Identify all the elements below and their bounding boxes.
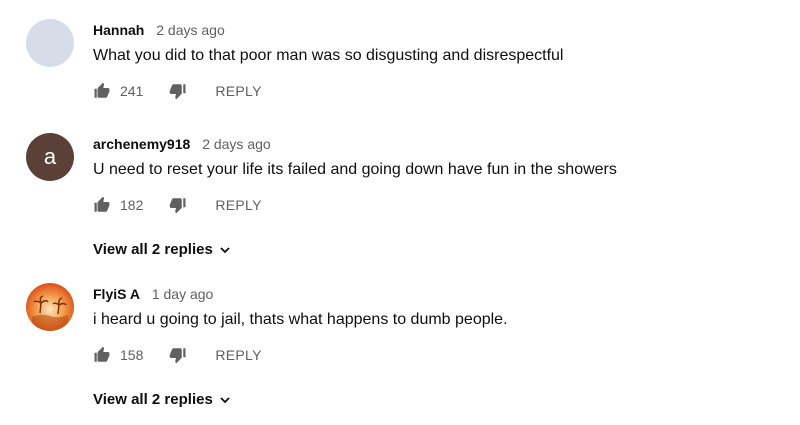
comment-header: archenemy918 2 days ago xyxy=(93,135,271,153)
comment-actions: 182 REPLY xyxy=(93,195,262,215)
comment-timestamp[interactable]: 2 days ago xyxy=(202,136,271,152)
comment-text: i heard u going to jail, thats what happ… xyxy=(93,311,508,328)
comment-author[interactable]: Hannah xyxy=(93,22,144,38)
view-replies-label: View all 2 replies xyxy=(93,241,213,258)
comment-header: FlyiS A 1 day ago xyxy=(93,285,213,303)
thumbs-down-icon[interactable] xyxy=(169,346,187,364)
chevron-down-icon xyxy=(219,244,231,256)
comment-author[interactable]: archenemy918 xyxy=(93,136,190,152)
like-count: 182 xyxy=(120,197,144,213)
comment-item: FlyiS A 1 day ago i heard u going to jai… xyxy=(0,283,800,413)
comment-actions: 241 REPLY xyxy=(93,81,262,101)
comment-timestamp[interactable]: 2 days ago xyxy=(156,22,225,38)
like-count: 158 xyxy=(120,347,144,363)
view-replies-button[interactable]: View all 2 replies xyxy=(93,391,231,408)
chevron-down-icon xyxy=(219,394,231,406)
avatar[interactable] xyxy=(26,283,74,331)
comment-item: a archenemy918 2 days ago U need to rese… xyxy=(0,133,800,263)
reply-button[interactable]: REPLY xyxy=(215,347,261,363)
comment-item: Hannah 2 days ago What you did to that p… xyxy=(0,19,800,109)
comment-actions: 158 REPLY xyxy=(93,345,262,365)
view-replies-button[interactable]: View all 2 replies xyxy=(93,241,231,258)
comment-author[interactable]: FlyiS A xyxy=(93,286,140,302)
reply-button[interactable]: REPLY xyxy=(215,83,261,99)
comment-timestamp[interactable]: 1 day ago xyxy=(152,286,214,302)
comment-header: Hannah 2 days ago xyxy=(93,21,225,39)
thumbs-down-icon[interactable] xyxy=(169,196,187,214)
thumbs-up-icon[interactable] xyxy=(93,82,111,100)
view-replies-label: View all 2 replies xyxy=(93,391,213,408)
reply-button[interactable]: REPLY xyxy=(215,197,261,213)
comment-text: U need to reset your life its failed and… xyxy=(93,161,617,178)
like-count: 241 xyxy=(120,83,144,99)
avatar-image xyxy=(32,295,68,331)
thumbs-up-icon[interactable] xyxy=(93,196,111,214)
thumbs-up-icon[interactable] xyxy=(93,346,111,364)
avatar[interactable]: a xyxy=(26,133,74,181)
thumbs-down-icon[interactable] xyxy=(169,82,187,100)
comment-text: What you did to that poor man was so dis… xyxy=(93,47,564,64)
avatar[interactable] xyxy=(26,19,74,67)
